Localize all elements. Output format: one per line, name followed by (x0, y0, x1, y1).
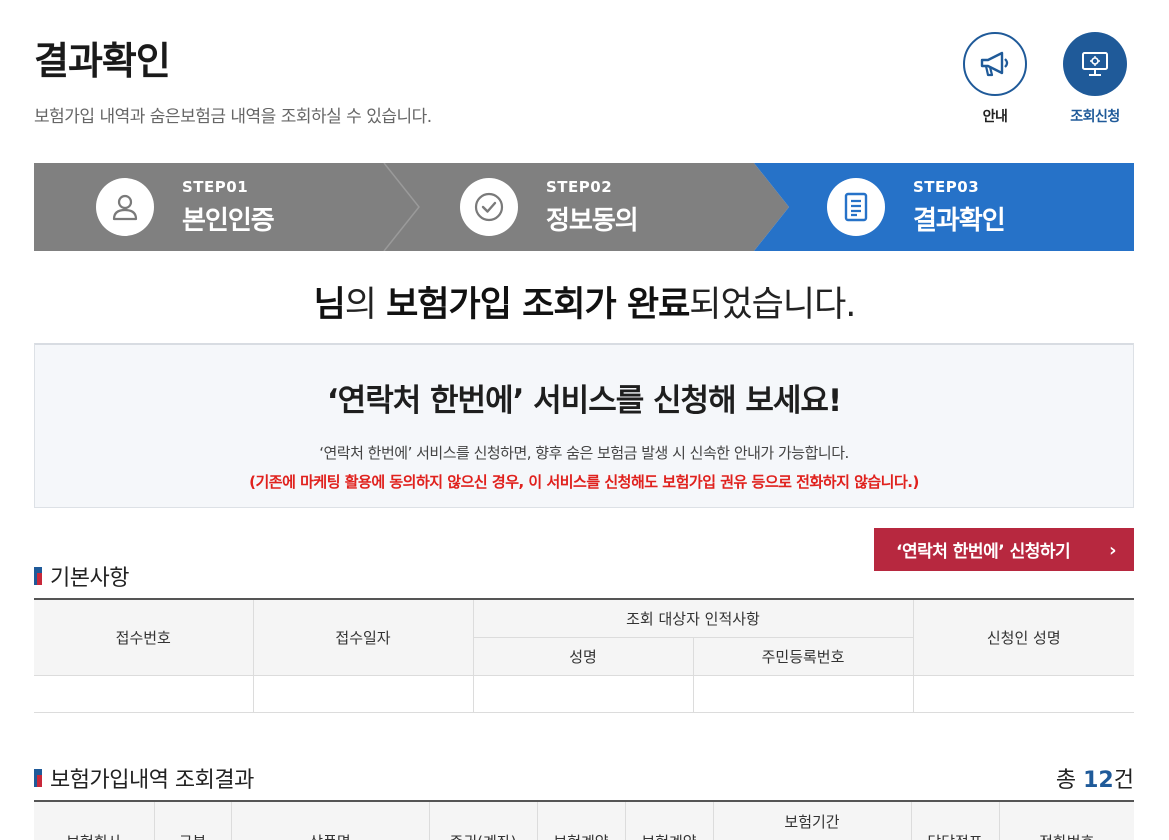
chevron-right-icon: › (1109, 540, 1116, 561)
guide-label: 안내 (982, 109, 1008, 125)
check-circle-icon (460, 178, 518, 236)
section-marker-icon (34, 567, 42, 585)
cell-name (472, 674, 694, 713)
step-2-name: 정보동의 (546, 205, 639, 236)
step-1: STEP01 본인인증 (96, 163, 275, 251)
col-contract-a: 보험계약 (536, 800, 626, 840)
promo-warning: (기존에 마케팅 활용에 동의하지 않으신 경우, 이 서비스를 신청해도 보험… (249, 473, 919, 491)
col-applicant-name: 신청인 성명 (912, 598, 1134, 676)
user-icon (96, 178, 154, 236)
col-resident-no: 주민등록번호 (692, 636, 913, 676)
insurance-result-table: 보험회사 구분 상품명 증권(계좌) 보험계약 보험계약 보험기간 담당점포 전… (34, 800, 1134, 840)
step-3-name: 결과확인 (913, 205, 1006, 236)
cell-receipt-date (252, 674, 474, 713)
completion-text-1: 의 (344, 285, 387, 325)
total-suffix: 건 (1113, 768, 1134, 793)
col-contract-b: 보험계약 (624, 800, 714, 840)
result-section-title: 보험가입내역 조회결과 (34, 762, 254, 794)
total-number: 12 (1083, 768, 1114, 793)
cell-resident-no (692, 674, 914, 713)
completion-highlight: 보험가입 조회가 완료 (386, 285, 690, 325)
col-name: 성명 (473, 636, 694, 676)
step-1-name: 본인인증 (182, 205, 275, 236)
promo-description: ‘연락처 한번에’ 서비스를 신청하면, 향후 숨은 보험금 발생 시 신속한 … (319, 444, 849, 462)
step-progress: STEP01 본인인증 STEP02 정보동의 STEP03 결과확인 (34, 163, 1134, 251)
col-phone: 전화번호 (998, 800, 1134, 840)
completion-message: 님의 보험가입 조회가 완료되었습니다. (0, 276, 1169, 327)
step-3-number: STEP03 (913, 177, 980, 196)
col-receipt-no: 접수번호 (34, 598, 254, 676)
completion-name-suffix: 님 (313, 285, 346, 325)
section-marker-icon (34, 769, 42, 787)
completion-text-2: 되었습니다. (689, 285, 856, 325)
page-description: 보험가입 내역과 숨은보험금 내역을 조회하실 수 있습니다. (34, 107, 432, 127)
basic-info-section-title: 기본사항 (34, 560, 129, 592)
document-icon (827, 178, 885, 236)
basic-info-table: 접수번호 접수일자 조회 대상자 인적사항 신청인 성명 성명 주민등록번호 (34, 598, 1134, 713)
contact-service-promo: ‘연락처 한번에’ 서비스를 신청해 보세요! ‘연락처 한번에’ 서비스를 신… (34, 343, 1134, 508)
step-2: STEP02 정보동의 (460, 163, 639, 251)
col-branch: 담당점포 (910, 800, 1000, 840)
col-company: 보험회사 (34, 800, 155, 840)
megaphone-icon (963, 32, 1027, 96)
cell-applicant-name (912, 674, 1134, 713)
monitor-icon (1063, 32, 1127, 96)
contact-service-apply-button[interactable]: ‘연락처 한번에’ 신청하기 › (874, 528, 1134, 571)
result-title-text: 보험가입내역 조회결과 (50, 768, 254, 793)
step-3: STEP03 결과확인 (827, 163, 1006, 251)
step-1-number: STEP01 (182, 177, 249, 196)
table-row (34, 674, 1134, 713)
col-policy-no: 증권(계좌) (428, 800, 538, 840)
inquiry-request-label: 조회신청 (1070, 109, 1120, 125)
guide-button[interactable]: 안내 (962, 32, 1028, 126)
page-title: 결과확인 (34, 39, 171, 83)
col-type: 구분 (153, 800, 232, 840)
promo-title: ‘연락처 한번에’ 서비스를 신청해 보세요! (326, 383, 842, 419)
basic-info-title-text: 기본사항 (50, 566, 129, 591)
cell-receipt-no (34, 674, 254, 713)
apply-button-label: ‘연락처 한번에’ 신청하기 (896, 542, 1071, 562)
total-prefix: 총 (1055, 768, 1084, 793)
col-target-info: 조회 대상자 인적사항 (472, 598, 914, 638)
col-period: 보험기간 (712, 800, 912, 840)
total-count: 총 12건 (1056, 762, 1134, 794)
inquiry-request-button[interactable]: 조회신청 (1062, 32, 1128, 126)
col-product: 상품명 (230, 800, 430, 840)
col-receipt-date: 접수일자 (252, 598, 474, 676)
step-2-number: STEP02 (546, 177, 613, 196)
